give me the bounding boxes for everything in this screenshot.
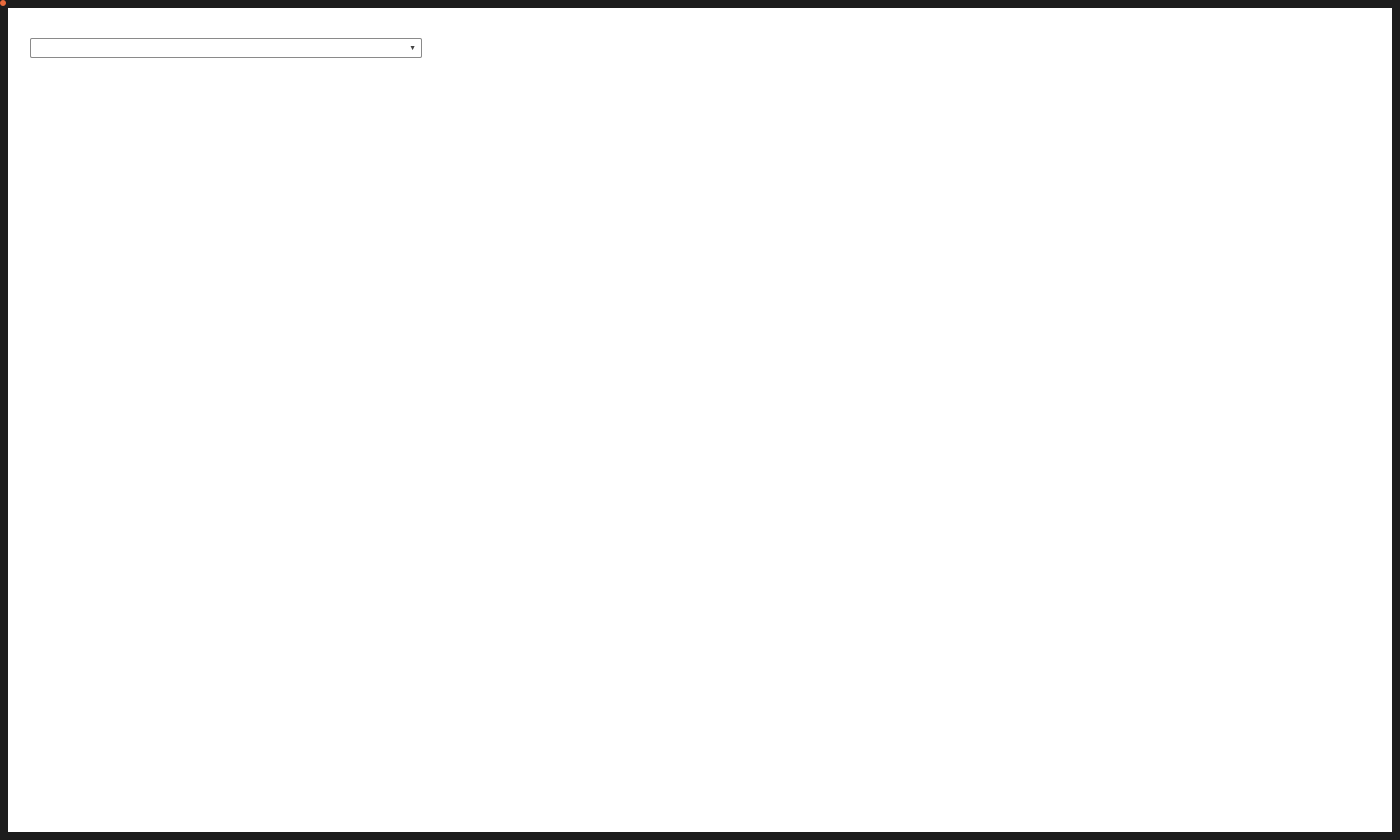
scenario-row: ▼ (20, 38, 1392, 58)
scenario-select[interactable]: ▼ (30, 38, 422, 58)
app-window: ▼ (8, 8, 1392, 832)
client-name (8, 8, 1392, 18)
chevron-down-icon: ▼ (409, 44, 416, 52)
planned-distribution-highlight (0, 0, 6, 6)
